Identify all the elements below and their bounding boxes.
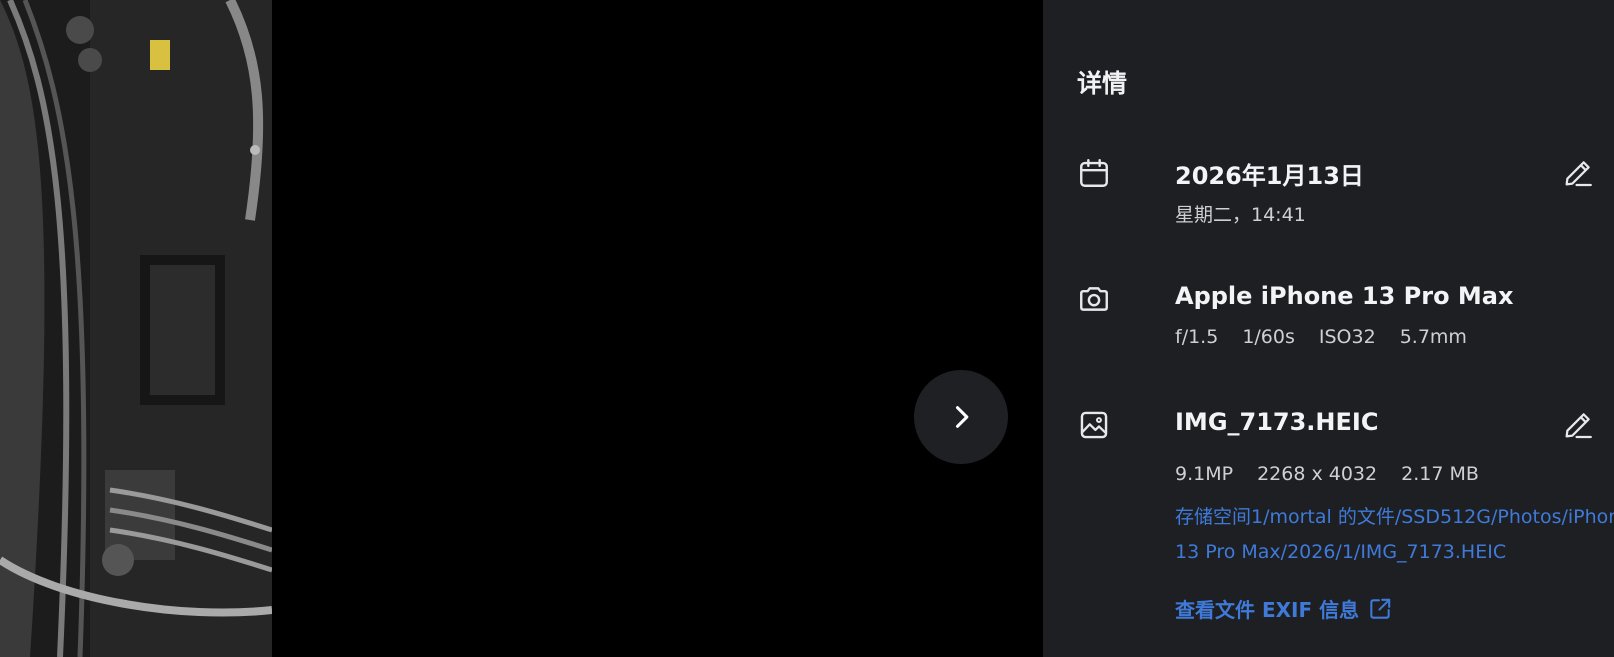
edit-date-pencil-icon[interactable] [1561, 156, 1595, 190]
file-path-link[interactable]: 存储空间1/mortal 的文件/SSD512G/Photos/iPhone 1… [1175, 500, 1614, 570]
date-text: 2026年1月13日 [1175, 162, 1364, 190]
file-name-text: IMG_7173.HEIC [1175, 408, 1379, 436]
weekday-time-text: 星期二，14:41 [1175, 204, 1306, 226]
photo-image [0, 0, 272, 657]
iso-value: ISO32 [1318, 326, 1376, 348]
external-link-icon [1370, 598, 1391, 619]
view-exif-label: 查看文件 EXIF 信息 [1175, 598, 1360, 622]
file-size-value: 2.17 MB [1401, 463, 1479, 485]
dimensions-value: 2268 x 4032 [1257, 463, 1378, 485]
next-photo-button[interactable] [914, 370, 1008, 464]
camera-settings: f/1.5 1/60s ISO32 5.7mm [1175, 326, 1491, 348]
camera-model-text: Apple iPhone 13 Pro Max [1175, 282, 1514, 310]
focal-length-value: 5.7mm [1399, 326, 1467, 348]
camera-icon [1080, 287, 1108, 311]
chevron-right-icon [955, 406, 969, 428]
view-exif-link[interactable]: 查看文件 EXIF 信息 [1175, 594, 1393, 623]
photo-viewer [0, 0, 1043, 657]
shutter-value: 1/60s [1242, 326, 1295, 348]
megapixels-value: 9.1MP [1175, 463, 1234, 485]
edit-filename-pencil-icon[interactable] [1561, 408, 1595, 442]
aperture-value: f/1.5 [1175, 326, 1219, 348]
details-panel: 详情 2026年1月13日 星期二，14:41 Apple iPhone 13 … [1043, 0, 1614, 657]
calendar-icon [1080, 159, 1108, 187]
image-icon [1080, 411, 1108, 439]
file-info: 9.1MP 2268 x 4032 2.17 MB [1175, 463, 1503, 485]
panel-title: 详情 [1077, 69, 1128, 98]
